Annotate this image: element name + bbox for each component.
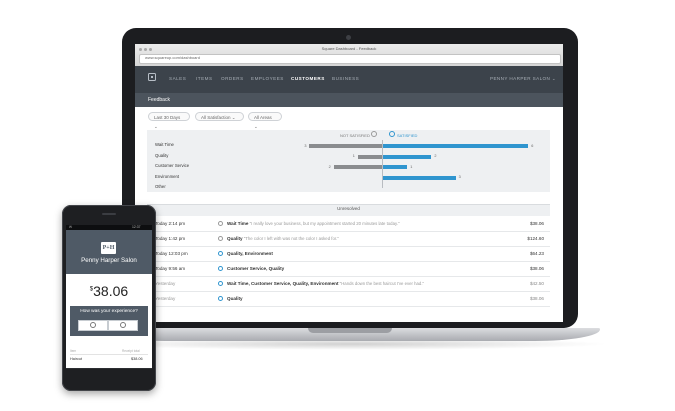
merchant-menu[interactable]: PENNY HARPER SALON ⌄ xyxy=(490,76,556,82)
feedback-categories: Quality, Environment xyxy=(227,251,273,256)
nav-item-employees[interactable]: EMPLOYEES xyxy=(251,76,284,81)
not-satisfied-face-icon xyxy=(371,131,377,137)
page-title: Feedback xyxy=(148,97,170,103)
sad-face-icon xyxy=(90,322,96,328)
url-bar[interactable] xyxy=(139,54,561,64)
feedback-text: Quality "The color I left with was not t… xyxy=(227,236,339,241)
feedback-row[interactable] xyxy=(147,246,550,262)
satisfied-face-icon xyxy=(218,296,223,301)
areas-filter[interactable]: All Areas ⌄ xyxy=(248,112,282,129)
nav-item-customers[interactable]: CUSTOMERS xyxy=(291,76,325,81)
feedback-amount: $124.60 xyxy=(527,236,544,241)
legend-not-satisfied: NOT SATISFIED xyxy=(340,133,370,138)
laptop-screen: Square Dashboard - Feedback www.squareup… xyxy=(135,44,563,322)
feedback-text: Wait Time, Customer Service, Quality, En… xyxy=(227,281,424,286)
square-logo-inner xyxy=(151,76,153,78)
page-header xyxy=(135,93,563,107)
feedback-text: Customer Service, Quality xyxy=(227,266,284,271)
phone-total-amount: $38.06 xyxy=(66,283,152,299)
feedback-date: Today 2:14 pm xyxy=(155,221,186,226)
nav-item-items[interactable]: ITEMS xyxy=(196,76,213,81)
feedback-amount: $38.06 xyxy=(529,266,544,271)
satisfied-face-icon xyxy=(389,131,395,137)
receipt-divider xyxy=(70,354,148,355)
chart-value-label: 1 xyxy=(352,154,355,158)
feedback-quote: "Hands down the best haircut I've ever h… xyxy=(338,281,425,286)
chart-bar-not-satisfied[interactable] xyxy=(333,165,382,169)
feedback-text: Wait Time "I really love your business, … xyxy=(227,221,400,226)
chart-bar-satisfied[interactable] xyxy=(383,144,529,148)
window-title: Square Dashboard - Feedback xyxy=(321,46,377,51)
url-text[interactable]: www.squareup.com/dashboard xyxy=(145,55,200,60)
feedback-row[interactable] xyxy=(147,291,550,307)
chart-value-label: 3 xyxy=(304,143,307,148)
feedback-date: Today 9:56 am xyxy=(155,266,186,271)
not-satisfied-face-icon xyxy=(218,236,223,241)
feedback-categories: Quality xyxy=(227,296,243,301)
laptop-camera xyxy=(346,35,351,40)
feedback-date: Today 12:03 pm xyxy=(155,251,188,256)
feedback-categories: Wait Time xyxy=(227,221,249,226)
feedback-amount: $42.50 xyxy=(529,281,544,286)
chart-category-label: Quality xyxy=(155,152,169,158)
period-filter[interactable]: Last 30 Days ⌄ xyxy=(148,112,190,129)
chart-category-label: Wait Time xyxy=(155,142,174,147)
phone-merchant-name: Penny Harper Salon xyxy=(81,257,137,264)
experience-question: How was your experience? xyxy=(80,309,138,314)
feedback-text: Quality xyxy=(227,296,243,301)
feedback-amount: $38.06 xyxy=(529,296,544,301)
chart-value-label: 6 xyxy=(531,143,534,148)
receipt-item-header: Item xyxy=(70,349,77,353)
feedback-categories: Quality xyxy=(227,236,243,241)
phone-status-time: 12:37 xyxy=(132,225,141,229)
legend-satisfied: SATISFIED xyxy=(397,133,418,138)
feedback-amount: $38.06 xyxy=(529,221,544,226)
chart-bar-satisfied[interactable] xyxy=(383,165,408,169)
chart-value-label: 2 xyxy=(328,164,331,169)
chart-value-label: 2 xyxy=(434,154,437,158)
unresolved-label: Unresolved xyxy=(337,206,360,211)
nav-item-sales[interactable]: SALES xyxy=(169,76,186,81)
chart-bar-not-satisfied[interactable] xyxy=(309,144,382,148)
feedback-categories: Customer Service, Quality xyxy=(227,266,285,271)
satisfaction-filter[interactable]: All Satisfaction ⌄ xyxy=(195,112,244,121)
not-satisfied-face-icon xyxy=(218,221,223,226)
feedback-row[interactable] xyxy=(147,231,550,247)
nav-item-business[interactable]: BUSINESS xyxy=(332,76,359,81)
feedback-chart-panel xyxy=(147,130,550,192)
amount-value: 38.06 xyxy=(93,283,129,299)
satisfied-face-icon xyxy=(218,266,223,271)
nav-item-orders[interactable]: ORDERS xyxy=(221,76,244,81)
receipt-item-amount: $38.06 xyxy=(131,357,143,361)
chart-category-label: Environment xyxy=(155,173,180,179)
chart-value-label: 1 xyxy=(410,164,413,169)
feedback-quote: "I really love your business, but my app… xyxy=(248,221,400,226)
phone-status-icon: ✉ xyxy=(69,225,72,229)
feedback-text: Quality, Environment xyxy=(227,251,273,256)
feedback-categories: Wait Time, Customer Service, Quality, En… xyxy=(227,281,339,286)
chart-value-label: 3 xyxy=(458,175,461,179)
chart-bar-satisfied[interactable] xyxy=(383,175,456,180)
phone-speaker xyxy=(102,213,116,215)
salon-logo: P+H xyxy=(101,242,116,254)
chart-category-label: Customer Service xyxy=(155,163,190,168)
phone-bezel-line xyxy=(66,368,152,369)
feedback-amount: $64.23 xyxy=(529,251,544,256)
feedback-row[interactable] xyxy=(147,261,550,277)
receipt-item-name: Haircut xyxy=(70,357,83,361)
receipt-total-header: Receipt total xyxy=(122,349,140,353)
feedback-date: Yesterday xyxy=(155,281,176,286)
feedback-quote: "The color I left with was not the color… xyxy=(242,236,339,241)
happy-face-icon xyxy=(120,322,126,328)
chart-category-label: Other xyxy=(155,184,166,189)
feedback-date: Yesterday xyxy=(155,296,176,301)
laptop-notch xyxy=(308,328,392,333)
satisfied-face-icon xyxy=(218,251,223,256)
feedback-date: Today 1:42 pm xyxy=(155,236,186,241)
chart-bar-satisfied[interactable] xyxy=(383,154,432,159)
chart-bar-not-satisfied[interactable] xyxy=(357,154,382,159)
satisfied-face-icon xyxy=(218,281,223,286)
